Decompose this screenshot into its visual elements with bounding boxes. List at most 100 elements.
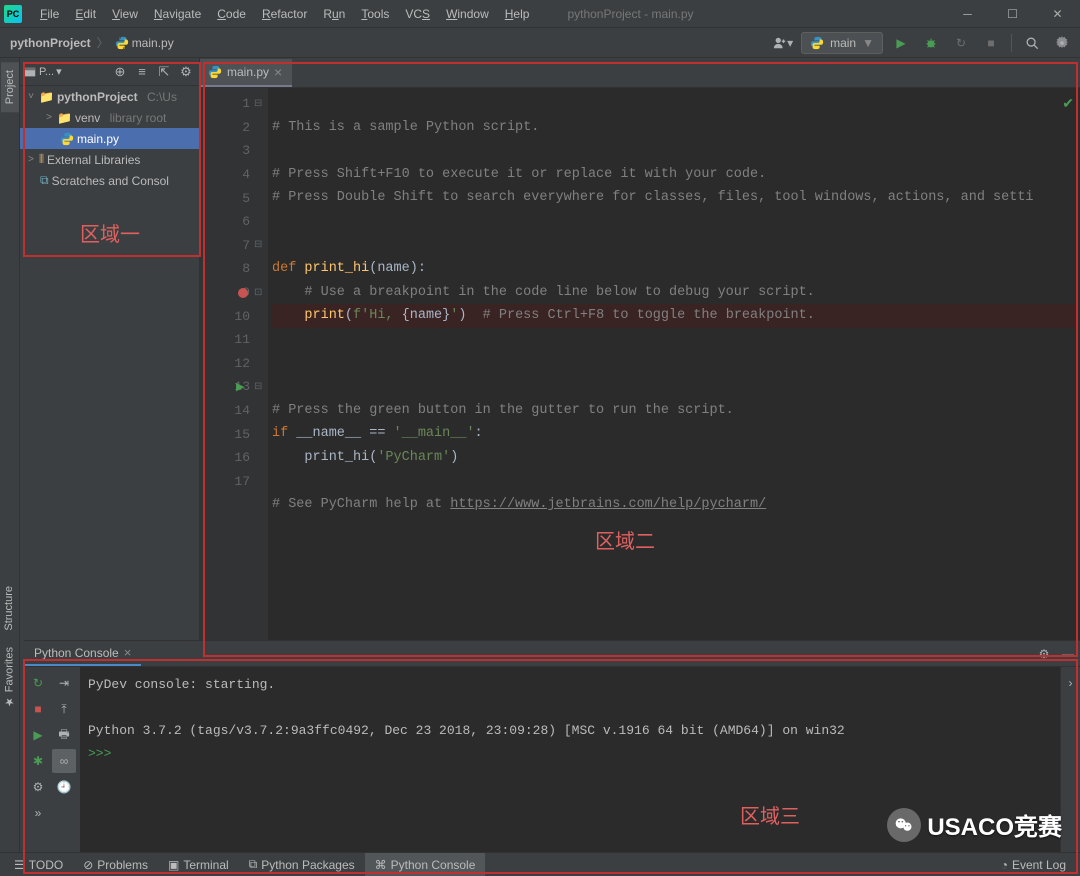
event-log-tab[interactable]: ◔Event Log <box>991 853 1076 876</box>
console-hide-button[interactable]: — <box>1056 642 1080 666</box>
settings-button[interactable] <box>1050 31 1074 55</box>
breadcrumb-file[interactable]: main.py <box>111 36 178 50</box>
project-tree[interactable]: ˅ 📁 pythonProject C:\Us ˃ 📁 venv library… <box>20 86 199 191</box>
breadcrumb-project[interactable]: pythonProject <box>6 36 95 50</box>
menu-tools[interactable]: Tools <box>353 0 397 27</box>
project-panel-header: P...▾ ⊕ ≡ ⇱ ⚙ <box>20 58 199 86</box>
window-title: pythonProject - main.py <box>567 7 693 21</box>
user-icon <box>773 36 787 50</box>
menu-view[interactable]: View <box>104 0 146 27</box>
tab-close-icon[interactable]: × <box>124 645 132 660</box>
tab-close-icon[interactable]: × <box>274 64 282 80</box>
new-console-button[interactable]: ⇥ <box>52 671 76 695</box>
chevron-down-icon: ▼ <box>862 36 874 50</box>
python-console-panel: Python Console × ⚙ — ↻ ⇥ ■ ⤒ ▶ 🖶 ✱ ∞ ⚙ 🕘… <box>24 640 1080 852</box>
window-close[interactable]: ✕ <box>1035 0 1080 28</box>
navigation-bar: pythonProject 〉 main.py ▾ main ▼ ▶ ↻ ■ <box>0 28 1080 58</box>
search-icon <box>1025 36 1039 50</box>
inspection-ok-icon[interactable]: ✔ <box>1062 94 1074 118</box>
python-packages-tab[interactable]: ⧉Python Packages <box>239 853 365 876</box>
python-file-icon <box>60 132 74 146</box>
console-toolbar: ↻ ⇥ ■ ⤒ ▶ 🖶 ✱ ∞ ⚙ 🕘 » <box>24 667 80 852</box>
terminal-tab[interactable]: ▣Terminal <box>158 853 239 876</box>
python-console-tab-bottom[interactable]: ⌘Python Console <box>365 853 486 876</box>
history-button[interactable]: 🕘 <box>52 775 76 799</box>
debug-console-button[interactable]: ✱ <box>26 749 50 773</box>
code-line: # Press Double Shift to search everywher… <box>272 190 1034 205</box>
window-minimize[interactable]: ─ <box>945 0 990 28</box>
console-prompt: >>> <box>88 746 111 761</box>
execute-button[interactable]: ▶ <box>26 723 50 747</box>
bug-icon <box>924 36 938 50</box>
menu-vcs[interactable]: VCS <box>397 0 438 27</box>
console-line: PyDev console: starting. <box>88 677 275 692</box>
panel-settings-button[interactable]: ⚙ <box>176 62 196 82</box>
console-line: Python 3.7.2 (tags/v3.7.2:9a3ffc0492, De… <box>88 723 845 738</box>
tree-root[interactable]: ˅ 📁 pythonProject C:\Us <box>20 86 199 107</box>
structure-tool-tab[interactable]: Structure <box>0 578 18 639</box>
python-file-icon <box>115 36 129 50</box>
console-output[interactable]: PyDev console: starting. Python 3.7.2 (t… <box>80 667 1060 852</box>
code-line: print(f'Hi, {name}') # Press Ctrl+F8 to … <box>272 304 1076 328</box>
python-console-tab[interactable]: Python Console × <box>24 641 141 666</box>
code-line: # Use a breakpoint in the code line belo… <box>272 285 815 300</box>
code-line: if __name__ == '__main__': <box>272 426 483 441</box>
menu-run[interactable]: Run <box>315 0 353 27</box>
expand-all-button[interactable]: ≡ <box>132 62 152 82</box>
stop-console-button[interactable]: ■ <box>26 697 50 721</box>
left-tool-strip: Project <box>0 58 20 852</box>
editor-tab-mainpy[interactable]: main.py × <box>200 59 292 87</box>
breakpoint-icon[interactable] <box>238 288 248 298</box>
rerun-button[interactable]: ↻ <box>26 671 50 695</box>
tree-external-libs[interactable]: ˃ ⫴ External Libraries <box>20 149 199 170</box>
status-bottom-bar: ☰TODO ⊘Problems ▣Terminal ⧉Python Packag… <box>0 852 1080 876</box>
softwrap-button[interactable]: ∞ <box>52 749 76 773</box>
debug-button[interactable] <box>919 31 943 55</box>
run-config-selector[interactable]: main ▼ <box>801 32 883 54</box>
gear-icon <box>1055 36 1069 50</box>
python-file-icon <box>208 65 222 79</box>
menu-edit[interactable]: Edit <box>67 0 104 27</box>
menu-code[interactable]: Code <box>209 0 254 27</box>
menu-navigate[interactable]: Navigate <box>146 0 209 27</box>
console-more-button[interactable]: ⚙ <box>26 775 50 799</box>
menu-help[interactable]: Help <box>497 0 538 27</box>
problems-tab[interactable]: ⊘Problems <box>73 853 158 876</box>
breadcrumb-separator: 〉 <box>95 34 111 51</box>
console-right-strip: › <box>1060 667 1080 852</box>
console-header: Python Console × ⚙ — <box>24 641 1080 667</box>
code-line: # See PyCharm help at https://www.jetbra… <box>272 497 766 512</box>
run-button[interactable]: ▶ <box>889 31 913 55</box>
print-button[interactable]: 🖶 <box>52 723 76 747</box>
left-tool-strip-bottom: Structure ★ Favorites <box>0 578 20 716</box>
todo-tab[interactable]: ☰TODO <box>4 853 73 876</box>
coverage-button[interactable]: ↻ <box>949 31 973 55</box>
window-maximize[interactable]: ☐ <box>990 0 1035 28</box>
stop-button[interactable]: ■ <box>979 31 1003 55</box>
run-gutter-icon[interactable]: ▶ <box>236 380 244 394</box>
project-icon <box>23 65 37 79</box>
search-button[interactable] <box>1020 31 1044 55</box>
editor-tabs: main.py × <box>200 58 1080 88</box>
project-tool-tab[interactable]: Project <box>1 62 19 112</box>
menu-refactor[interactable]: Refactor <box>254 0 315 27</box>
tree-venv[interactable]: ˃ 📁 venv library root <box>20 107 199 128</box>
code-line: # Press Shift+F10 to execute it or repla… <box>272 167 766 182</box>
menu-file[interactable]: File <box>32 0 67 27</box>
code-line: print_hi('PyCharm') <box>272 450 458 465</box>
locate-button[interactable]: ⊕ <box>110 62 130 82</box>
console-up-button[interactable]: ⤒ <box>52 697 76 721</box>
console-settings-button[interactable]: ⚙ <box>1032 642 1056 666</box>
code-line: # This is a sample Python script. <box>272 120 539 135</box>
add-user-button[interactable]: ▾ <box>771 31 795 55</box>
code-line: # Press the green button in the gutter t… <box>272 403 734 418</box>
console-extra-button[interactable]: » <box>26 801 50 825</box>
favorites-tool-tab[interactable]: ★ Favorites <box>0 639 19 716</box>
tree-scratches[interactable]: ⧉ Scratches and Consol <box>20 170 199 191</box>
collapse-all-button[interactable]: ⇱ <box>154 62 174 82</box>
tree-mainpy[interactable]: main.py <box>20 128 199 149</box>
code-line: def print_hi(name): <box>272 261 426 276</box>
menu-window[interactable]: Window <box>438 0 497 27</box>
app-icon: PC <box>4 5 22 23</box>
variables-collapse-button[interactable]: › <box>1059 671 1080 695</box>
